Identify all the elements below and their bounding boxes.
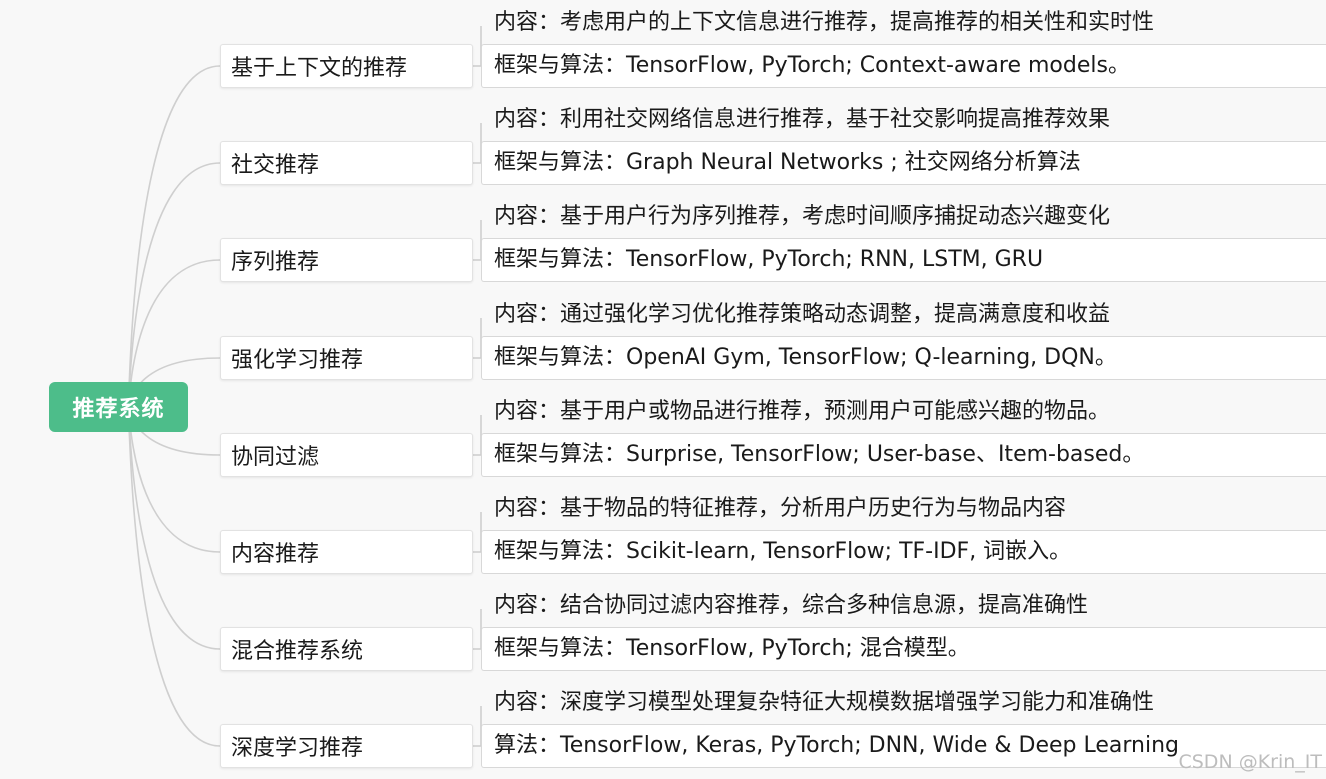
algo-line: 算法：TensorFlow, Keras, PyTorch; DNN, Wide… <box>494 733 1179 758</box>
root-node[interactable]: 推荐系统 <box>49 382 188 432</box>
connector-curve <box>127 162 221 408</box>
content-line: 内容：通过强化学习优化推荐策略动态调整，提高满意度和收益 <box>494 302 1111 327</box>
content-line: 内容：考虑用户的上下文信息进行推荐，提高推荐的相关性和实时性 <box>494 10 1155 35</box>
topic-node[interactable]: 混合推荐系统 <box>220 627 473 671</box>
content-line: 内容：基于物品的特征推荐，分析用户历史行为与物品内容 <box>494 496 1067 521</box>
algo-line: 框架与算法：Surprise, TensorFlow; User-base、It… <box>494 442 1145 467</box>
algo-line: 框架与算法：OpenAI Gym, TensorFlow; Q-learning… <box>494 345 1117 370</box>
content-line: 内容：基于用户行为序列推荐，考虑时间顺序捕捉动态兴趣变化 <box>494 204 1111 229</box>
connector-curve <box>127 65 221 408</box>
mindmap-canvas: 推荐系统 基于上下文的推荐 内容：考虑用户的上下文信息进行推荐，提高推荐的相关性和… <box>0 0 1326 779</box>
algo-line: 框架与算法：TensorFlow, PyTorch; 混合模型。 <box>494 636 970 661</box>
topic-node[interactable]: 序列推荐 <box>220 238 473 282</box>
connector-curve <box>127 406 221 747</box>
algo-line: 框架与算法：TensorFlow, PyTorch; Context-aware… <box>494 53 1130 78</box>
algo-line: 框架与算法：Graph Neural Networks ; 社交网络分析算法 <box>494 150 1081 175</box>
topic-node[interactable]: 深度学习推荐 <box>220 724 473 768</box>
content-line: 内容：结合协同过滤内容推荐，综合多种信息源，提高准确性 <box>494 593 1089 618</box>
topic-node[interactable]: 基于上下文的推荐 <box>220 44 473 88</box>
topic-node[interactable]: 内容推荐 <box>220 530 473 574</box>
connector-curve <box>127 406 221 650</box>
topic-node[interactable]: 社交推荐 <box>220 141 473 185</box>
content-line: 内容：基于用户或物品进行推荐，预测用户可能感兴趣的物品。 <box>494 399 1111 424</box>
topic-node[interactable]: 协同过滤 <box>220 433 473 477</box>
content-line: 内容：利用社交网络信息进行推荐，基于社交影响提高推荐效果 <box>494 107 1111 132</box>
algo-line: 框架与算法：Scikit-learn, TensorFlow; TF-IDF, … <box>494 539 1072 564</box>
topic-node[interactable]: 强化学习推荐 <box>220 336 473 380</box>
content-line: 内容：深度学习模型处理复杂特征大规模数据增强学习能力和准确性 <box>494 690 1155 715</box>
algo-line: 框架与算法：TensorFlow, PyTorch; RNN, LSTM, GR… <box>494 247 1044 272</box>
watermark: CSDN @Krin_IT <box>1178 751 1322 773</box>
